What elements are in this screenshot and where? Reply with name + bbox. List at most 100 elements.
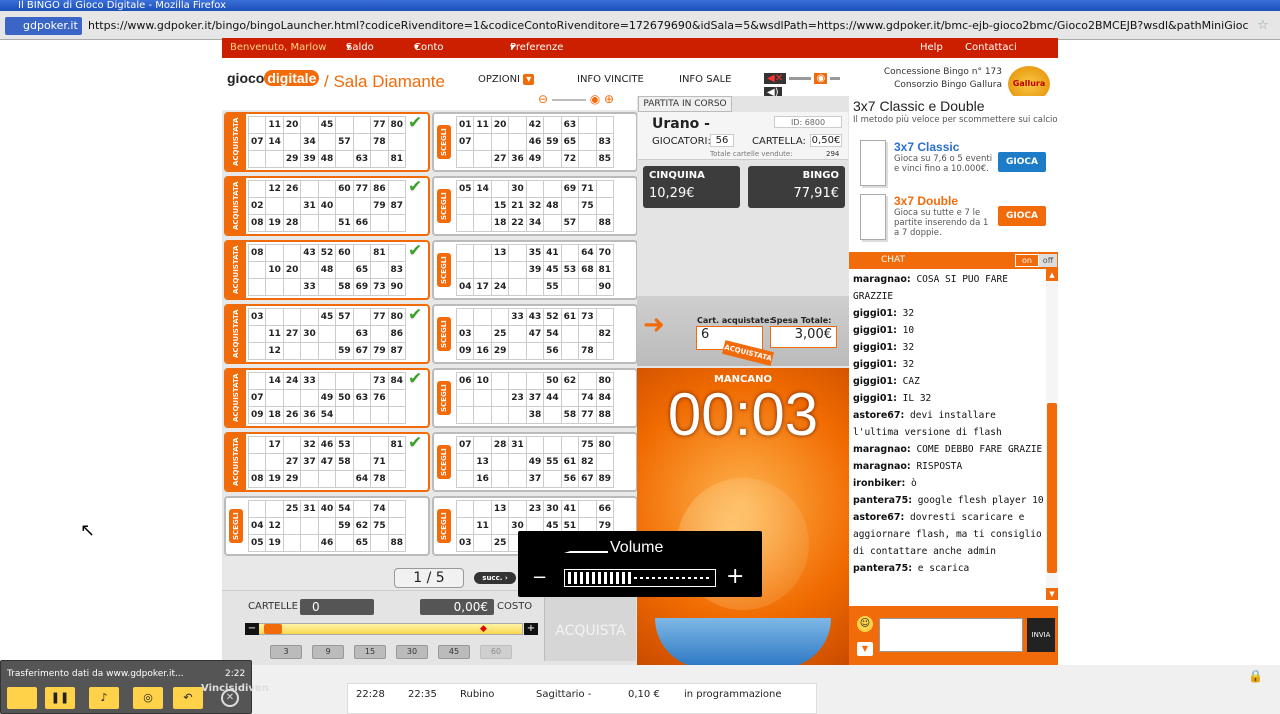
zoom-in-icon[interactable]: ⊕ xyxy=(604,92,614,106)
slider-minus-button[interactable]: − xyxy=(245,623,259,635)
card-number-cell xyxy=(457,471,475,488)
bingo-card[interactable]: ACQUISTATA 08 43 52 60 81 10 20 48 65 83 33 58 69 73 90… xyxy=(224,240,430,300)
nav-saldo[interactable]: Saldo ▾ xyxy=(346,38,374,58)
nav-conto-gioco[interactable]: Conto Gioco ▾ xyxy=(414,38,443,73)
close-icon[interactable]: ✕ xyxy=(221,689,239,707)
scroll-thumb[interactable] xyxy=(1047,403,1057,573)
scegli-button[interactable]: SCEGLI xyxy=(434,306,454,362)
scegli-button[interactable]: SCEGLI xyxy=(434,434,454,490)
bingo-card[interactable]: SCEGLI 13 35 41 64 70 39 45 53 68 81 04 17 24 55 90 xyxy=(432,240,638,300)
slider-plus-button[interactable]: + xyxy=(524,623,538,635)
chat-username[interactable]: giggi01: xyxy=(853,325,897,336)
card-number-cell xyxy=(336,407,354,424)
acquista-button[interactable]: ACQUISTA xyxy=(544,591,636,661)
next-page-button[interactable]: succ. › xyxy=(474,572,516,584)
volume-plus-icon[interactable]: + xyxy=(726,566,744,588)
chat-username[interactable]: maragnao: xyxy=(853,444,911,455)
chat-send-button[interactable]: INVIA xyxy=(1027,618,1055,652)
chat-username[interactable]: astore67: xyxy=(853,410,904,421)
card-number-cell: 75 xyxy=(371,518,389,535)
scegli-button[interactable]: SCEGLI xyxy=(434,370,454,426)
mic-icon[interactable]: ♪ xyxy=(89,687,119,709)
bingo-card[interactable]: SCEGLI 25 31 40 54 74 04 12 59 62 75 05 19 46 65 88 xyxy=(224,496,430,556)
chat-username[interactable]: astore67: xyxy=(853,512,904,523)
chat-username[interactable]: ironbiker: xyxy=(853,478,905,489)
opzioni-link[interactable]: OPZIONI ▾ xyxy=(478,74,535,85)
card-number-cell: 34 xyxy=(301,134,319,151)
chat-username[interactable]: maragnao: xyxy=(853,461,911,472)
zoom-handle-icon[interactable]: ◉ xyxy=(590,92,600,106)
quick-quantity-button[interactable]: 60 xyxy=(480,645,512,659)
quick-quantity-button[interactable]: 45 xyxy=(438,645,470,659)
chat-username[interactable]: maragnao: xyxy=(853,274,911,285)
chat-off-toggle[interactable]: off xyxy=(1039,254,1057,267)
chat-scrollbar[interactable]: ▲ ▼ xyxy=(1046,269,1058,600)
bingo-card[interactable]: SCEGLI 07 28 31 75 80 13 49 55 61 82 16 37 56 67 89 xyxy=(432,432,638,492)
quick-quantity-button[interactable]: 15 xyxy=(354,645,386,659)
emoji-menu-icon[interactable]: ▼ xyxy=(857,642,873,656)
chat-username[interactable]: giggi01: xyxy=(853,376,897,387)
bingo-card[interactable]: ACQUISTATA 03 45 57 77 80 11 27 30 63 86 12 59 67 79 87… xyxy=(224,304,430,364)
chat-on-toggle[interactable]: on xyxy=(1015,254,1039,267)
bingo-card[interactable]: SCEGLI 01 11 20 42 63 07 46 59 65 83 27 36 49 72 85 xyxy=(432,112,638,172)
chat-username[interactable]: giggi01: xyxy=(853,359,897,370)
bingo-card[interactable]: ACQUISTATA 11 20 45 77 80 07 14 34 57 78 29 39 48 63 81… xyxy=(224,112,430,172)
volume-bar[interactable] xyxy=(564,569,716,587)
mute-icon[interactable]: ◀✕ xyxy=(764,73,787,84)
scegli-button[interactable]: SCEGLI xyxy=(226,498,246,554)
url-field[interactable]: https://www.gdpoker.it/bingo/bingoLaunch… xyxy=(88,17,1248,35)
info-sale-link[interactable]: INFO SALE xyxy=(679,74,732,85)
scroll-down-icon[interactable]: ▼ xyxy=(1046,588,1058,600)
logo[interactable]: gioco digitale xyxy=(227,70,320,86)
card-number-cell: 26 xyxy=(283,181,302,198)
info-vincite-link[interactable]: INFO VINCITE xyxy=(577,74,644,85)
webcam-icon[interactable]: ◎ xyxy=(133,687,163,709)
nav-contattaci[interactable]: Contattaci xyxy=(965,38,1017,58)
scegli-button[interactable]: SCEGLI xyxy=(434,178,454,234)
pause-icon[interactable]: ❚❚ xyxy=(45,687,75,709)
gioca-classic-button[interactable]: GIOCA xyxy=(998,152,1046,172)
card-number-cell: 81 xyxy=(388,151,406,168)
quantity-slider[interactable]: − ◆ + xyxy=(245,623,538,635)
quick-quantity-button[interactable]: 30 xyxy=(396,645,428,659)
chat-username[interactable]: pantera75: xyxy=(853,563,912,574)
bingo-card[interactable]: SCEGLI 33 43 52 61 73 03 25 47 54 82 09 16 29 56 78 xyxy=(432,304,638,364)
sound-toggle-icon[interactable]: ◉ xyxy=(814,73,828,84)
stop-icon[interactable] xyxy=(7,687,37,709)
slider-handle[interactable] xyxy=(264,624,282,634)
gioca-double-button[interactable]: GIOCA xyxy=(998,206,1046,226)
nav-preferenze[interactable]: Preferenze ▾ xyxy=(510,38,563,58)
card-number-cell xyxy=(457,390,475,407)
chat-username[interactable]: giggi01: xyxy=(853,308,897,319)
scegli-button[interactable]: SCEGLI xyxy=(434,114,454,170)
scegli-button[interactable]: SCEGLI xyxy=(434,498,454,554)
chat-username[interactable]: giggi01: xyxy=(853,393,897,404)
chat-message-input[interactable] xyxy=(879,618,1023,652)
tab-chat[interactable]: CHAT on off xyxy=(849,252,1058,269)
quick-quantity-button[interactable]: 3 xyxy=(270,645,302,659)
undo-icon[interactable]: ↶ xyxy=(173,687,203,709)
scroll-up-icon[interactable]: ▲ xyxy=(1046,269,1058,281)
bingo-card[interactable]: ACQUISTATA 14 24 33 73 84 07 49 50 63 76 09 18 26 36 54… xyxy=(224,368,430,428)
zoom-out-icon[interactable]: ⊖ xyxy=(538,92,548,106)
chat-username[interactable]: pantera75: xyxy=(853,495,912,506)
card-number-cell xyxy=(353,407,372,424)
volume-minus-icon[interactable]: − xyxy=(532,569,547,587)
sound-slider[interactable] xyxy=(789,76,812,80)
bingo-card[interactable]: SCEGLI 05 14 30 69 71 15 21 32 48 75 18 22 34 57 88 xyxy=(432,176,638,236)
tab-partita-in-corso[interactable]: PARTITA IN CORSO xyxy=(638,96,732,112)
zoom-slider[interactable] xyxy=(551,98,586,101)
card-number-cell xyxy=(283,518,302,535)
bingo-card[interactable]: SCEGLI 06 10 50 62 80 23 37 44 74 84 38 58 77 88 xyxy=(432,368,638,428)
chat-username[interactable]: giggi01: xyxy=(853,342,897,353)
spesa-totale-value: 3,00€ xyxy=(770,326,837,348)
bookmark-star-icon[interactable]: ☆ xyxy=(1250,17,1276,35)
smiley-icon[interactable]: ☺ xyxy=(857,616,873,632)
schedule-row[interactable]: 22:28 22:35 Rubino Sagittario - 0,10 € i… xyxy=(347,683,817,714)
bingo-card[interactable]: ACQUISTATA 17 32 46 53 81 27 37 47 58 71 08 19 29 64 78… xyxy=(224,432,430,492)
site-identity-button[interactable]: gdpoker.it xyxy=(5,17,82,35)
nav-help[interactable]: Help xyxy=(920,38,943,58)
quick-quantity-button[interactable]: 9 xyxy=(312,645,344,659)
scegli-button[interactable]: SCEGLI xyxy=(434,242,454,298)
bingo-card[interactable]: ACQUISTATA 12 26 60 77 86 02 31 40 79 87 08 19 28 51 66… xyxy=(224,176,430,236)
